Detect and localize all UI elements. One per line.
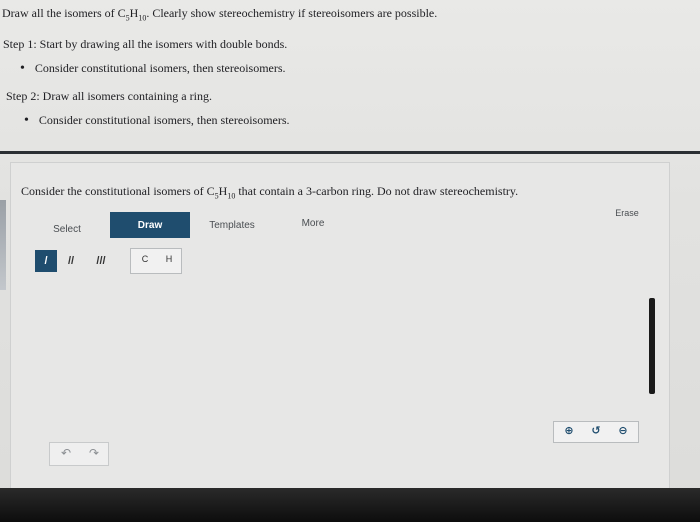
step-2: Step 2: Draw all isomers containing a ri…: [6, 89, 212, 103]
question-prompt: Consider the constitutional isomers of C…: [21, 184, 519, 201]
step-1: Step 1: Start by drawing all the isomers…: [3, 37, 288, 51]
tab-select[interactable]: Select: [38, 216, 96, 242]
atom-tool-group: C H: [130, 248, 182, 274]
drawing-canvas[interactable]: [30, 278, 665, 483]
tab-templates[interactable]: Templates: [200, 212, 264, 238]
vertical-scrollbar[interactable]: [649, 298, 655, 394]
page: Draw all the isomers of C5H10. Clearly s…: [0, 0, 700, 522]
zoom-in-icon[interactable]: ⊕: [560, 424, 578, 442]
instructions: Draw all the isomers of C5H10. Clearly s…: [0, 0, 700, 150]
section-divider: [0, 151, 700, 154]
sidebar-edge: [0, 200, 6, 290]
zoom-out-icon[interactable]: ⊖: [614, 424, 632, 442]
step-2-bullet: Consider constitutional isomers, then st…: [24, 113, 290, 129]
triple-bond-tool[interactable]: ///: [90, 250, 112, 272]
double-bond-tool[interactable]: //: [60, 250, 82, 272]
single-bond-tool[interactable]: /: [35, 250, 57, 272]
zoom-controls: ⊕ ↺ ⊖: [553, 421, 639, 443]
erase-button[interactable]: Erase: [602, 208, 652, 224]
undo-icon[interactable]: ↶: [56, 446, 76, 462]
undo-redo-group: ↶ ↷: [49, 442, 109, 466]
tab-more[interactable]: More: [290, 210, 336, 236]
tab-draw[interactable]: Draw: [110, 212, 190, 238]
bottom-bar: [0, 488, 700, 522]
zoom-reset-icon[interactable]: ↺: [587, 424, 605, 442]
redo-icon[interactable]: ↷: [84, 446, 104, 462]
instructions-title: Draw all the isomers of C5H10. Clearly s…: [2, 6, 438, 23]
atom-h-button[interactable]: H: [159, 254, 179, 268]
atom-c-button[interactable]: C: [135, 254, 155, 268]
step-1-bullet: Consider constitutional isomers, then st…: [20, 61, 286, 77]
